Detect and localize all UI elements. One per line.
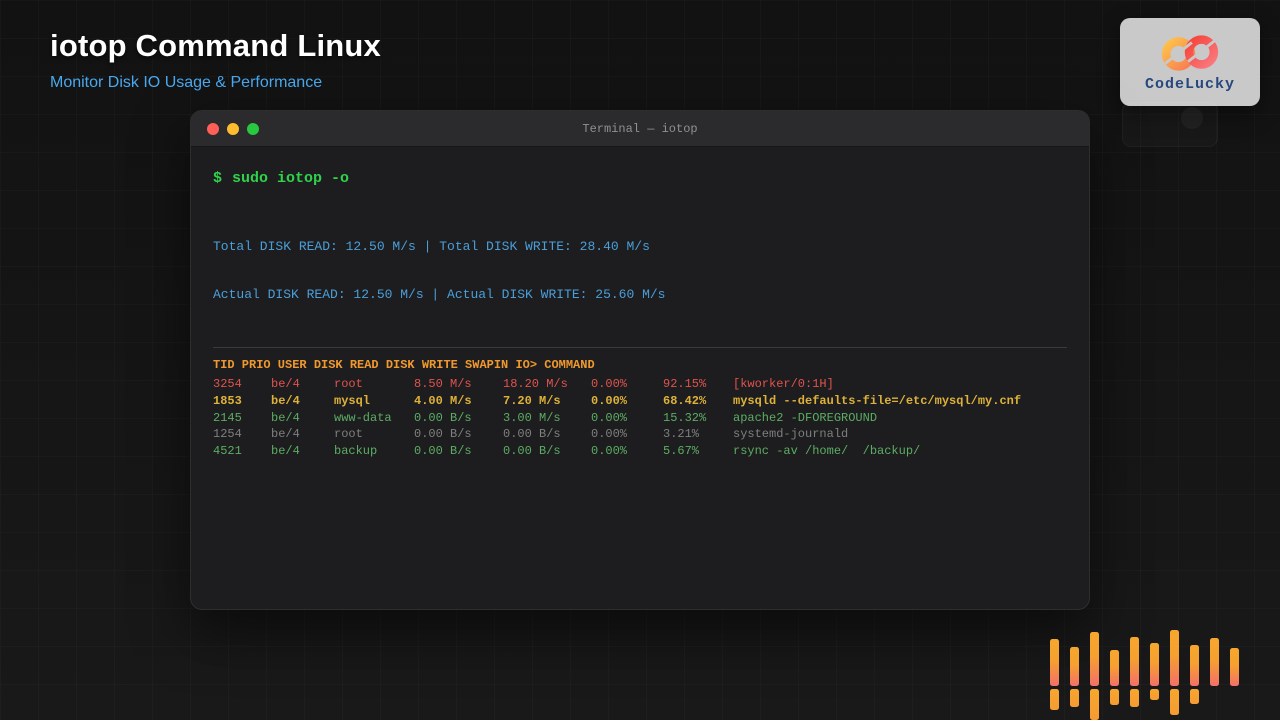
terminal-window[interactable]: Terminal — iotop $ sudo iotop -o Total DI… — [190, 110, 1090, 610]
cell-disk_read: 0.00 B/s — [414, 426, 503, 443]
cell-command: rsync -av /home/ /backup/ — [733, 443, 1067, 460]
equalizer-bar — [1130, 689, 1139, 707]
cell-tid: 1254 — [213, 426, 271, 443]
cell-tid: 3254 — [213, 376, 271, 393]
cell-swapin: 0.00% — [591, 443, 663, 460]
cell-prio: be/4 — [271, 426, 334, 443]
equalizer-row-2 — [1050, 689, 1199, 720]
page-title: iotop Command Linux — [50, 28, 381, 64]
table-row: 1254be/4root0.00 B/s0.00 B/s0.00%3.21%sy… — [213, 426, 1067, 443]
cell-disk_read: 0.00 B/s — [414, 443, 503, 460]
equalizer-bar — [1230, 648, 1239, 686]
cell-tid: 2145 — [213, 410, 271, 427]
cell-prio: be/4 — [271, 410, 334, 427]
cell-io: 5.67% — [663, 443, 733, 460]
cell-disk_read: 8.50 M/s — [414, 376, 503, 393]
equalizer-bar — [1170, 689, 1179, 715]
cell-io: 3.21% — [663, 426, 733, 443]
equalizer-bar — [1050, 639, 1059, 686]
cell-user: root — [334, 426, 414, 443]
cell-disk_write: 7.20 M/s — [503, 393, 591, 410]
command-text: sudo iotop -o — [232, 170, 349, 187]
cell-tid: 1853 — [213, 393, 271, 410]
cell-swapin: 0.00% — [591, 376, 663, 393]
summary-line-total: Total DISK READ: 12.50 M/s | Total DISK … — [213, 239, 1067, 255]
page-subtitle: Monitor Disk IO Usage & Performance — [50, 74, 381, 92]
equalizer-bar — [1070, 647, 1079, 686]
cell-user: www-data — [334, 410, 414, 427]
equalizer-bar — [1170, 630, 1179, 686]
equalizer-bar — [1210, 638, 1219, 686]
cell-disk_read: 4.00 M/s — [414, 393, 503, 410]
process-table-body: 3254be/4root8.50 M/s18.20 M/s0.00%92.15%… — [213, 376, 1067, 460]
equalizer-bar — [1150, 643, 1159, 686]
terminal-title: Terminal — iotop — [191, 122, 1089, 136]
ghost-card — [1122, 102, 1218, 147]
brand-name: CodeLucky — [1145, 76, 1235, 93]
cell-user: mysql — [334, 393, 414, 410]
equalizer-bar — [1110, 650, 1119, 686]
table-row: 4521be/4backup0.00 B/s0.00 B/s0.00%5.67%… — [213, 443, 1067, 460]
cell-io: 92.15% — [663, 376, 733, 393]
equalizer-row-1 — [1050, 630, 1239, 686]
cell-io: 15.32% — [663, 410, 733, 427]
brand-card: CodeLucky — [1120, 18, 1260, 106]
cell-prio: be/4 — [271, 393, 334, 410]
divider — [213, 347, 1067, 348]
equalizer-bar — [1190, 689, 1199, 704]
terminal-body: $ sudo iotop -o Total DISK READ: 12.50 M/… — [191, 147, 1089, 482]
equalizer-bar — [1110, 689, 1119, 705]
cell-command: systemd-journald — [733, 426, 1067, 443]
prompt-symbol: $ — [213, 170, 222, 187]
equalizer-bar — [1090, 632, 1099, 686]
cell-disk_write: 3.00 M/s — [503, 410, 591, 427]
table-row: 2145be/4www-data0.00 B/s3.00 M/s0.00%15.… — [213, 410, 1067, 427]
cell-disk_write: 0.00 B/s — [503, 426, 591, 443]
cell-prio: be/4 — [271, 443, 334, 460]
table-header: TID PRIO USER DISK READ DISK WRITE SWAPI… — [213, 358, 1067, 372]
cell-disk_write: 18.20 M/s — [503, 376, 591, 393]
cell-prio: be/4 — [271, 376, 334, 393]
equalizer-bar — [1190, 645, 1199, 686]
table-row: 3254be/4root8.50 M/s18.20 M/s0.00%92.15%… — [213, 376, 1067, 393]
page-header: iotop Command Linux Monitor Disk IO Usag… — [50, 28, 381, 92]
disk-summary: Total DISK READ: 12.50 M/s | Total DISK … — [213, 207, 1067, 335]
cell-swapin: 0.00% — [591, 393, 663, 410]
cell-swapin: 0.00% — [591, 410, 663, 427]
cell-disk_write: 0.00 B/s — [503, 443, 591, 460]
equalizer-bar — [1070, 689, 1079, 707]
cell-command: mysqld --defaults-file=/etc/mysql/my.cnf — [733, 393, 1067, 410]
equalizer-bar — [1150, 689, 1159, 700]
cell-swapin: 0.00% — [591, 426, 663, 443]
cell-tid: 4521 — [213, 443, 271, 460]
summary-line-actual: Actual DISK READ: 12.50 M/s | Actual DIS… — [213, 287, 1067, 303]
cell-command: apache2 -DFOREGROUND — [733, 410, 1067, 427]
command-line: $ sudo iotop -o — [213, 169, 1067, 189]
cell-io: 68.42% — [663, 393, 733, 410]
ghost-glow — [1181, 107, 1203, 129]
cell-disk_read: 0.00 B/s — [414, 410, 503, 427]
terminal-titlebar: Terminal — iotop — [191, 111, 1089, 147]
table-row: 1853be/4mysql4.00 M/s7.20 M/s0.00%68.42%… — [213, 393, 1067, 410]
equalizer-bar — [1130, 637, 1139, 686]
infinity-icon — [1147, 32, 1233, 74]
cell-command: [kworker/0:1H] — [733, 376, 1067, 393]
equalizer-bar — [1090, 689, 1099, 720]
equalizer-bar — [1050, 689, 1059, 710]
cell-user: backup — [334, 443, 414, 460]
cell-user: root — [334, 376, 414, 393]
